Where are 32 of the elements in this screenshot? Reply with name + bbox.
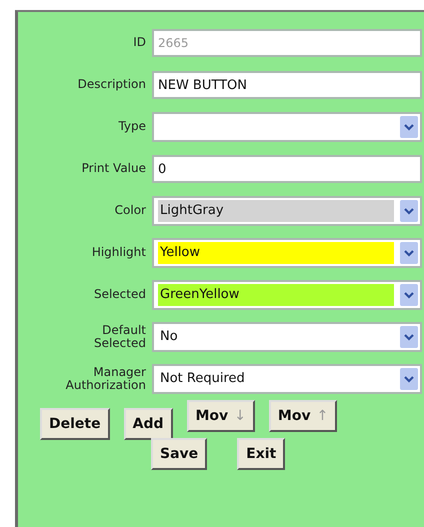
action-button[interactable]: Save: [151, 438, 208, 470]
field-label: Selected: [92, 288, 146, 302]
input-field[interactable]: NEW BUTTON: [152, 71, 422, 99]
chevron-down-icon: [400, 368, 418, 390]
action-button[interactable]: Mov ↓: [186, 400, 255, 432]
field-label: ID: [132, 36, 146, 50]
dropdown-field[interactable]: Not Required: [152, 364, 422, 394]
dropdown-value: LightGray: [158, 200, 394, 222]
field-label: Manager Authorization: [64, 366, 146, 392]
dropdown-field[interactable]: No: [152, 322, 422, 352]
action-button[interactable]: Mov ↑: [268, 400, 338, 432]
chevron-down-icon: [400, 284, 418, 306]
action-button[interactable]: Delete: [40, 408, 110, 440]
dropdown-field[interactable]: Yellow: [152, 238, 422, 268]
input-field[interactable]: 0: [152, 155, 422, 183]
field-label: Highlight: [90, 246, 146, 260]
field-label: Default Selected: [92, 324, 146, 350]
chevron-down-icon: [400, 116, 418, 138]
action-button[interactable]: Exit: [237, 438, 286, 470]
chevron-down-icon: [400, 242, 418, 264]
field-label: Print Value: [80, 162, 146, 176]
dropdown-value: Yellow: [158, 242, 394, 264]
chevron-down-icon: [400, 200, 418, 222]
dropdown-value: GreenYellow: [158, 284, 394, 306]
chevron-down-icon: [400, 326, 418, 348]
action-button[interactable]: Add: [124, 408, 172, 440]
field-label: Color: [114, 204, 146, 218]
field-label: Description: [76, 78, 146, 92]
dropdown-field[interactable]: [152, 112, 422, 142]
dropdown-field[interactable]: GreenYellow: [152, 280, 422, 310]
dropdown-field[interactable]: LightGray: [152, 196, 422, 226]
field-label: Type: [117, 120, 146, 134]
